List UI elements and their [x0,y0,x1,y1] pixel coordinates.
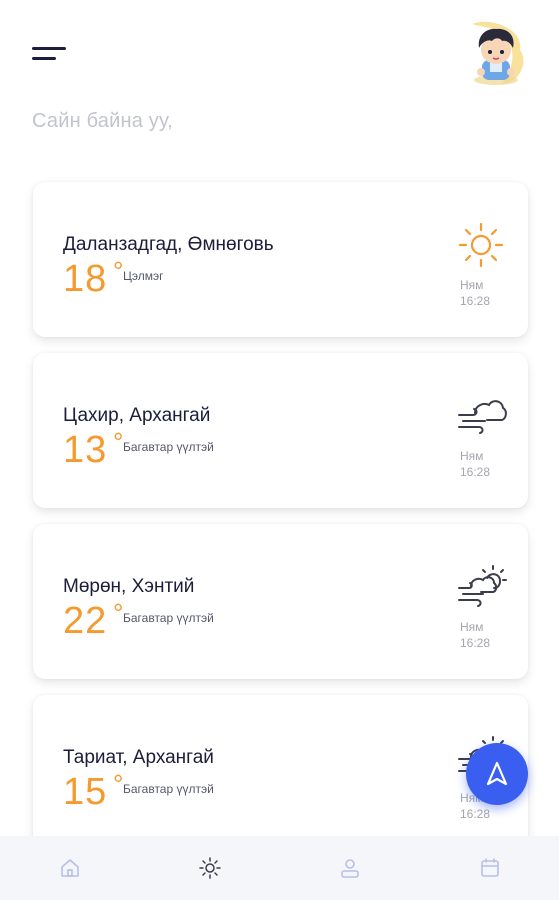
weather-condition: Багавтар үүлтэй [123,611,214,625]
location-card[interactable]: Даланзадгад, Өмнөговь 18 ° Цэлмэг Ням 16… [33,182,528,337]
temperature-unit: ° [113,769,124,799]
weekday-label: Ням [460,620,484,634]
temperature-value: 15 [63,771,108,813]
weekday-label: Ням [460,449,484,463]
navigate-button[interactable] [466,743,528,805]
profile-icon[interactable] [338,856,362,880]
time-label: 16:28 [460,465,491,479]
weather-screen: Сайн байна уу, Даланзадгад, Өмнөговь 18 … [0,0,559,900]
temperature-value: 13 [63,429,108,471]
navigation-arrow-icon [486,761,508,786]
weekday-label: Ням [460,278,484,292]
calendar-icon[interactable] [478,856,502,880]
temperature-unit: ° [113,427,124,457]
time-label: 16:28 [460,294,491,308]
wind-cloud-sun-icon [458,565,507,607]
city-name: Тариат, Архангай [63,747,214,768]
temperature-unit: ° [113,256,124,286]
sun-icon[interactable] [198,856,222,880]
location-card[interactable]: Мөрөн, Хэнтий 22 ° Багавтар үүлтэй Ням 1… [33,524,528,679]
time-label: 16:28 [460,807,491,821]
weather-condition: Багавтар үүлтэй [123,440,214,454]
home-icon[interactable] [58,856,82,880]
temperature-unit: ° [113,598,124,628]
sun-icon [458,222,504,268]
location-card[interactable]: Цахир, Архангай 13 ° Багавтар үүлтэй Ням… [33,353,528,508]
weather-condition: Багавтар үүлтэй [123,782,214,796]
city-name: Мөрөн, Хэнтий [63,576,195,597]
city-name: Цахир, Архангай [63,405,211,426]
city-name: Даланзадгад, Өмнөговь [63,234,274,255]
location-card[interactable]: Тариат, Архангай 15 ° Багавтар үүлтэй Ня… [33,695,528,850]
temperature-value: 18 [63,258,108,300]
temperature-value: 22 [63,600,108,642]
weather-condition: Цэлмэг [123,269,164,283]
time-label: 16:28 [460,636,491,650]
bottom-navigation [0,836,559,900]
wind-cloud-icon [458,400,507,434]
